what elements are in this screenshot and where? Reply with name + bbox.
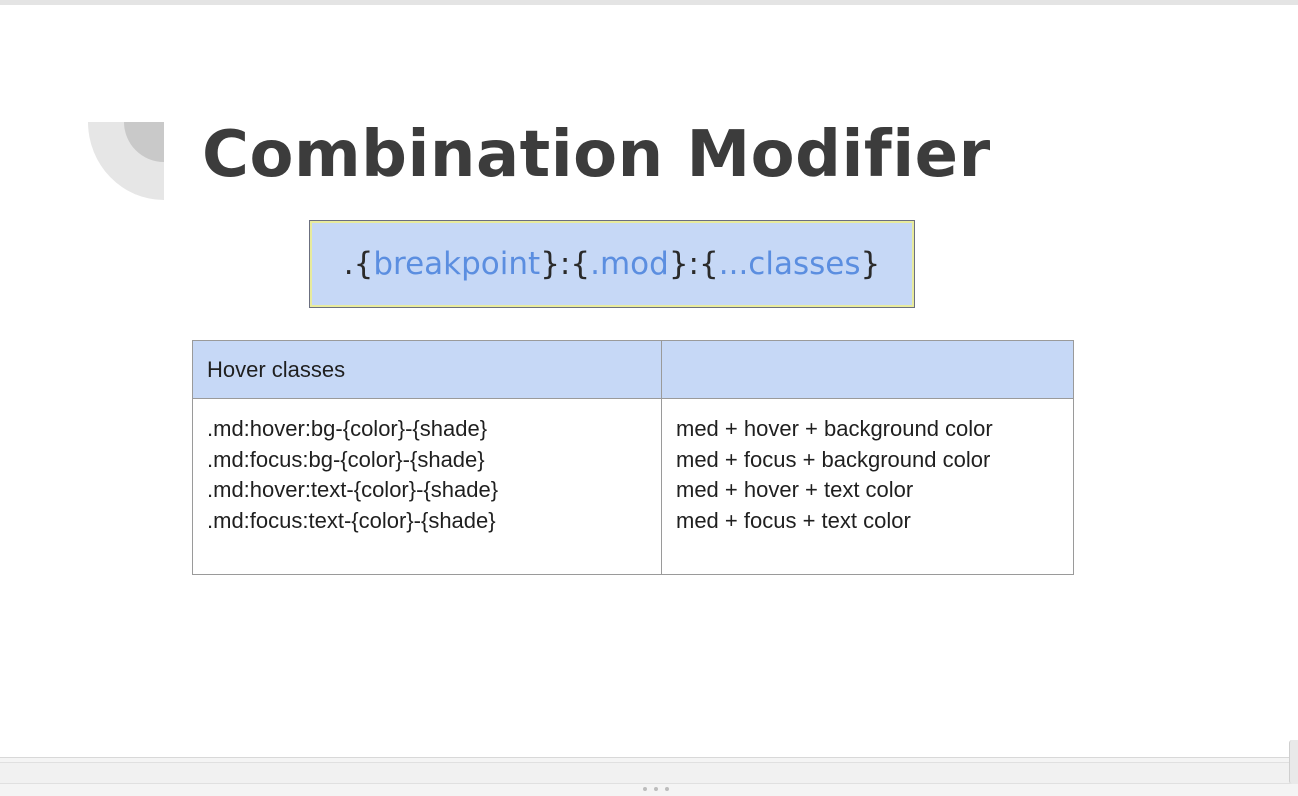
syntax-colon: : (688, 246, 699, 282)
description-line: med + hover + background color (676, 416, 993, 441)
syntax-close-brace: } (668, 246, 689, 282)
hover-classes-table: Hover classes .md:hover:bg-{color}-{shad… (192, 340, 1074, 575)
syntax-breakpoint: breakpoint (373, 246, 541, 282)
syntax-open-brace: { (570, 246, 591, 282)
table-header-row: Hover classes (192, 340, 1074, 399)
description-line: med + hover + text color (676, 477, 914, 502)
table-cell-descriptions: med + hover + background color med + foc… (661, 398, 1074, 575)
syntax-close-brace: } (540, 246, 560, 282)
description-line: med + focus + text color (676, 507, 911, 533)
syntax-open-brace: { (699, 246, 719, 282)
editor-bottom-bar (0, 757, 1298, 796)
description-line: med + focus + background color (676, 446, 991, 472)
syntax-banner: .{breakpoint}:{.mod}:{...classes} (309, 220, 915, 308)
screen: Combination Modifier .{breakpoint}:{.mod… (0, 0, 1298, 796)
syntax-close-brace: } (860, 246, 881, 282)
class-name-line: .md:hover:text-{color}-{shade} (207, 477, 499, 502)
table-header-cell-classes: Hover classes (192, 340, 662, 399)
table-header-cell-description (661, 340, 1074, 399)
syntax-dot: . (343, 246, 354, 282)
class-name-line: .md:focus:bg-{color}-{shade} (207, 446, 485, 472)
slide-title: Combination Modifier (202, 118, 991, 192)
syntax-classes: ...classes (718, 246, 861, 282)
class-name-line: .md:hover:bg-{color}-{shade} (207, 416, 488, 441)
slide-logo-icon (88, 122, 164, 200)
resize-handle-icon[interactable] (643, 786, 669, 792)
horizontal-scrollbar[interactable] (0, 762, 1290, 784)
table-cell-class-names: .md:hover:bg-{color}-{shade} .md:focus:b… (192, 398, 662, 575)
syntax-open-brace: { (353, 246, 374, 282)
table-row: .md:hover:bg-{color}-{shade} .md:focus:b… (192, 398, 1074, 575)
scrollbar-end-cap[interactable] (1289, 740, 1298, 784)
class-name-line: .md:focus:text-{color}-{shade} (207, 507, 496, 533)
syntax-mod: .mod (590, 246, 669, 282)
syntax-colon: : (559, 246, 571, 282)
